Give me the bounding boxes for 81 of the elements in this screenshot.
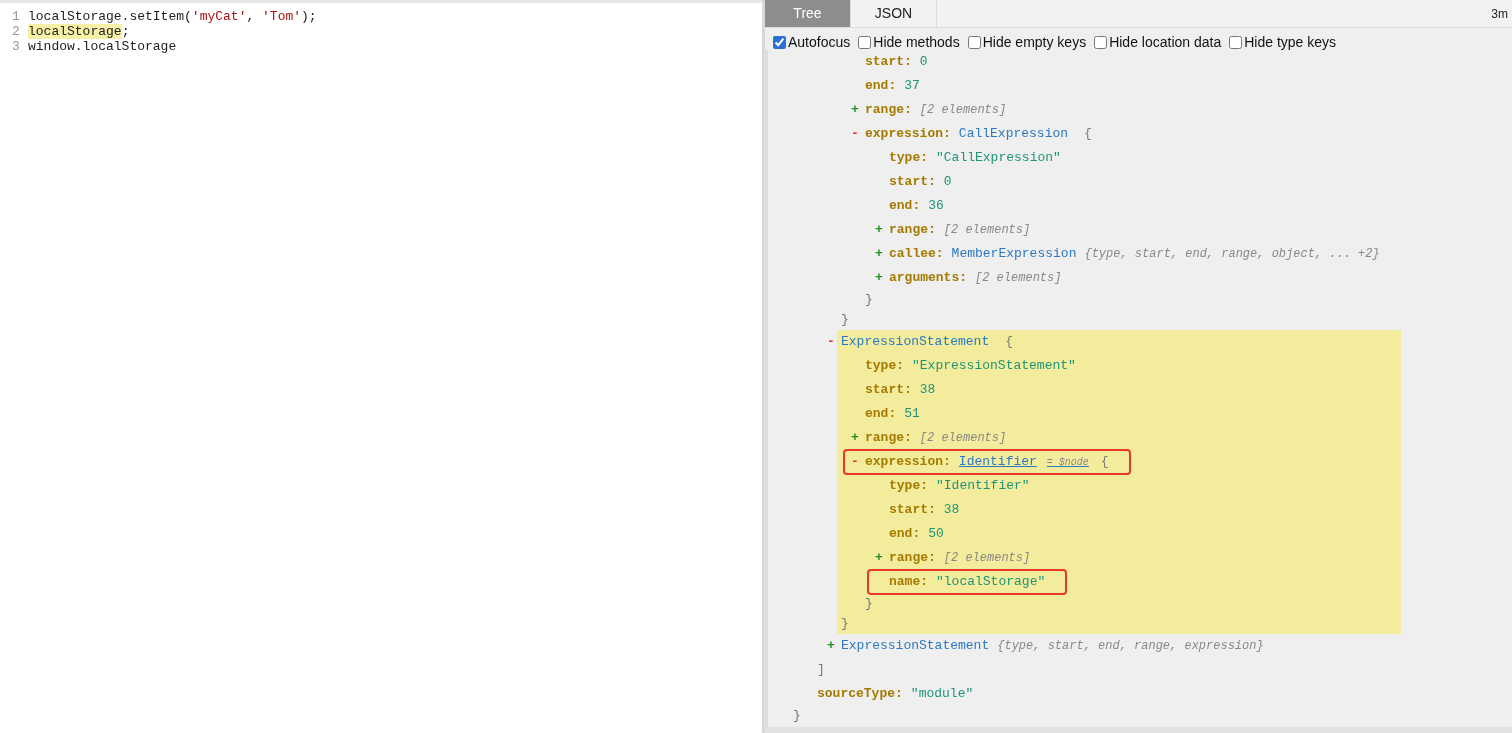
node-type[interactable]: ExpressionStatement [841, 332, 990, 352]
property-value: 38 [943, 501, 960, 520]
property-value: "Identifier" [936, 477, 1030, 496]
collapse-toggle[interactable]: - [851, 124, 859, 144]
option-checkbox[interactable]: Autofocus [773, 31, 851, 53]
property-value: 0 [943, 173, 952, 192]
property-value: 51 [904, 405, 920, 424]
node-summary: [2 elements] [919, 430, 1007, 447]
expand-toggle[interactable]: + [875, 268, 883, 288]
close-brace: } [793, 707, 801, 726]
option-checkbox[interactable]: Hide methods [858, 31, 960, 53]
property-key: range: [889, 548, 936, 568]
expand-toggle[interactable]: + [827, 636, 835, 656]
property-value: 0 [919, 53, 928, 72]
property-key: end: [889, 524, 921, 544]
checkbox[interactable] [967, 35, 981, 49]
checkbox[interactable] [773, 35, 786, 49]
property-value: "localStorage" [936, 573, 1046, 592]
close-brace: } [841, 311, 849, 330]
expand-toggle[interactable]: + [875, 548, 883, 568]
close-brace: } [865, 595, 873, 614]
option-checkbox[interactable]: Hide empty keys [967, 31, 1087, 53]
node-type[interactable]: Identifier [958, 452, 1037, 472]
node-reference: = $node [1046, 455, 1089, 470]
property-key: type: [889, 476, 928, 496]
property-key: range: [865, 428, 912, 448]
property-value: "CallExpression" [936, 149, 1061, 168]
code-line: window.localStorage [28, 38, 177, 56]
property-key: start: [865, 52, 912, 72]
property-value: "module" [910, 685, 974, 704]
open-brace: { [1005, 333, 1014, 352]
code-line: localStorage.setItem('myCat', 'Tom'); [28, 7, 317, 26]
close-brace: } [865, 291, 873, 310]
property-value: 36 [928, 197, 944, 216]
property-key: range: [865, 100, 912, 120]
property-value: 38 [919, 381, 936, 400]
node-type[interactable]: ExpressionStatement [841, 636, 990, 656]
property-value: 37 [904, 77, 920, 96]
property-key: sourceType: [817, 684, 903, 704]
collapse-toggle[interactable]: - [851, 452, 859, 472]
property-value: "ExpressionStatement" [912, 357, 1076, 376]
property-key: end: [889, 196, 921, 216]
property-key: range: [889, 220, 936, 240]
property-key: name: [889, 572, 928, 592]
node-summary: {type, start, end, range, object, ... +2} [1084, 246, 1380, 263]
option-checkbox[interactable]: Hide location data [1094, 31, 1222, 53]
property-key: expression: [865, 452, 951, 472]
property-value: 50 [928, 525, 944, 544]
checkbox[interactable] [858, 35, 872, 49]
option-checkbox[interactable]: Hide type keys [1229, 31, 1337, 53]
node-type[interactable]: CallExpression [958, 124, 1069, 144]
expand-toggle[interactable]: + [851, 100, 859, 120]
open-brace: { [1084, 125, 1092, 144]
property-key: start: [865, 380, 912, 400]
node-summary: [2 elements] [975, 270, 1062, 287]
tab[interactable]: Tree [765, 0, 851, 27]
node-summary: {type, start, end, range, expression} [997, 638, 1264, 655]
property-key: end: [865, 76, 897, 96]
property-key: arguments: [889, 268, 967, 288]
code-line: localStorage; [28, 23, 130, 41]
property-key: expression: [865, 124, 951, 144]
node-summary: [2 elements] [943, 550, 1031, 567]
property-key: end: [865, 404, 897, 424]
open-brace: { [1100, 453, 1109, 472]
collapse-toggle[interactable]: - [827, 332, 835, 352]
checkbox[interactable] [1229, 35, 1243, 49]
expand-toggle[interactable]: + [851, 428, 859, 448]
node-summary: [2 elements] [943, 222, 1031, 239]
node-type[interactable]: MemberExpression [951, 244, 1077, 264]
close-brace: } [841, 615, 849, 634]
node-summary: [2 elements] [919, 102, 1007, 119]
expand-toggle[interactable]: + [875, 220, 883, 240]
close-bracket: ] [817, 661, 825, 680]
property-key: type: [889, 148, 928, 168]
expand-toggle[interactable]: + [875, 244, 883, 264]
checkbox[interactable] [1094, 35, 1108, 49]
property-key: start: [889, 172, 936, 192]
property-key: start: [889, 500, 936, 520]
property-key: type: [865, 356, 904, 376]
parse-time: 3m [1491, 5, 1508, 23]
property-key: callee: [889, 244, 944, 264]
